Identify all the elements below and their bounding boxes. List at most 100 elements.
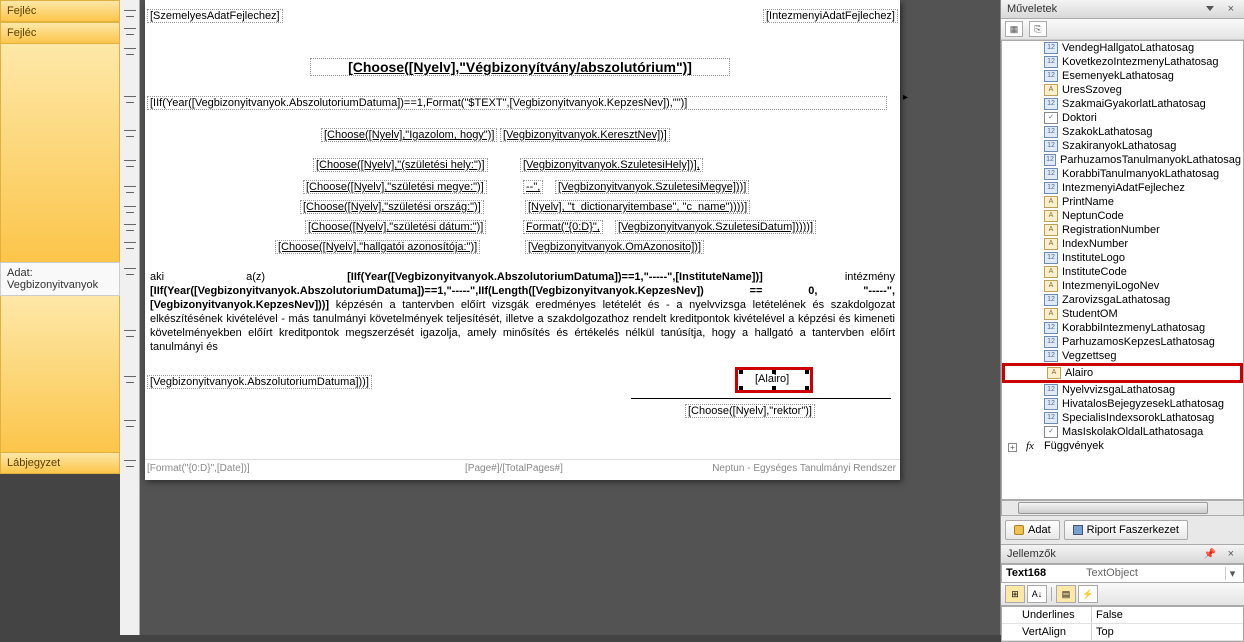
footer-center[interactable]: [Page#]/[TotalPages#] <box>465 463 563 474</box>
tree-item-StudentOM[interactable]: AStudentOM <box>1002 307 1243 321</box>
tree-item-NyelvvizsgaLathatosag[interactable]: 12NyelvvizsgaLathatosag <box>1002 383 1243 397</box>
fld-szo-r[interactable]: [Nyelv], "t_dictionaryitembase", "c_name… <box>525 200 750 214</box>
fld-szd-r[interactable]: [Vegbizonyitvanyok.SzuletesiDatum]))))] <box>615 220 816 234</box>
tree-item-SzakiranyokLathatosag[interactable]: 12SzakiranyokLathatosag <box>1002 139 1243 153</box>
tree-item-ParhuzamosTanulmanyokLathatosag[interactable]: 12ParhuzamosTanulmanyokLathatosag <box>1002 153 1243 167</box>
tool-btn-2[interactable]: ⎘ <box>1029 21 1047 37</box>
fld-szm-l[interactable]: [Choose([Nyelv],"születési megye:")] <box>303 180 487 194</box>
section-header-2[interactable]: Fejléc <box>0 22 120 44</box>
tree-item-functions[interactable]: +fxFüggvények <box>1002 439 1243 453</box>
tab-data[interactable]: Adat <box>1005 520 1060 540</box>
section-header-1[interactable]: Fejléc <box>0 0 120 22</box>
tree-item-VendegHallgatoLathatosag[interactable]: 12VendegHallgatoLathatosag <box>1002 41 1243 55</box>
fld-ig-r[interactable]: [Vegbizonyitvanyok.KeresztNev])] <box>500 128 670 142</box>
fld-line1[interactable]: [IIf(Year([Vegbizonyitvanyok.Abszolutori… <box>147 96 887 110</box>
fld-rektor[interactable]: [Choose([Nyelv],"rektor")] <box>685 404 815 418</box>
tree-item-KorabbiTanulmanyokLathatosag[interactable]: 12KorabbiTanulmanyokLathatosag <box>1002 167 1243 181</box>
para-mid: intézmény <box>763 271 895 283</box>
tree-item-Vegzettseg[interactable]: 12Vegzettseg <box>1002 349 1243 363</box>
prop-key: Underlines <box>1002 607 1092 623</box>
prop-row-VertAlign[interactable]: VertAlignTop <box>1002 624 1243 641</box>
fld-szh-l[interactable]: [Choose([Nyelv],"(születési hely:")] <box>313 158 488 172</box>
fld-szo-l[interactable]: [Choose([Nyelv],"születési ország:")] <box>300 200 484 214</box>
tree-item-IntezmenyiAdatFejlechez[interactable]: 12IntezmenyiAdatFejlechez <box>1002 181 1243 195</box>
tree-item-label: EsemenyekLathatosag <box>1062 70 1174 82</box>
object-name: Text168 <box>1006 567 1086 580</box>
footer-left[interactable]: [Format("{0:D}",[Date])] <box>147 463 250 474</box>
fld-title[interactable]: [Choose([Nyelv],"Végbizonyítvány/abszolu… <box>310 58 730 76</box>
tree-item-KorabbiIntezmenyLathatosag[interactable]: 12KorabbiIntezmenyLathatosag <box>1002 321 1243 335</box>
fld-szm-m[interactable]: --", <box>523 180 543 194</box>
prop-value[interactable]: Top <box>1092 624 1243 640</box>
fld-szm-r[interactable]: [Vegbizonyitvanyok.SzuletesiMegye]))] <box>555 180 749 194</box>
fld-ha-l[interactable]: [Choose([Nyelv],"hallgatói azonosítója:"… <box>275 240 480 254</box>
fld-absz-date[interactable]: [Vegbizonyitvanyok.AbszolutoriumDatuma])… <box>147 375 372 389</box>
section-spacer <box>0 44 120 262</box>
fld-ig-l[interactable]: [Choose([Nyelv],"Igazolom, hogy")] <box>321 128 497 142</box>
prop-events[interactable]: ⚡ <box>1078 585 1098 603</box>
tree-item-ZarovizsgaLathatosag[interactable]: 12ZarovizsgaLathatosag <box>1002 293 1243 307</box>
text-field-icon: A <box>1044 308 1058 320</box>
tree-item-label: IntezmenyiLogoNev <box>1062 280 1159 292</box>
tree-item-IntezmenyiLogoNev[interactable]: A IntezmenyiLogoNev <box>1002 279 1243 293</box>
fld-szd-l[interactable]: [Choose([Nyelv],"születési dátum:")] <box>305 220 486 234</box>
prop-value[interactable]: False <box>1092 607 1243 623</box>
tree-item-PrintName[interactable]: APrintName <box>1002 195 1243 209</box>
expand-icon[interactable]: + <box>1008 443 1017 452</box>
fld-ha-r[interactable]: [Vegbizonyitvanyok.OmAzonosito])] <box>525 240 704 254</box>
tree-item-MasIskolakOldalLathatosaga[interactable]: ✓MasIskolakOldalLathatosaga <box>1002 425 1243 439</box>
fld-alairo[interactable]: [Alairo] <box>741 372 807 388</box>
tree-item-Alairo[interactable]: AAlairo <box>1002 363 1243 383</box>
tool-btn-1[interactable]: ▦ <box>1005 21 1023 37</box>
tree-item-SpecialisIndexsorokLathatosag[interactable]: 12SpecialisIndexsorokLathatosag <box>1002 411 1243 425</box>
property-grid[interactable]: UnderlinesFalseVertAlignTop <box>1001 606 1244 642</box>
tree-scrollbar[interactable] <box>1001 500 1244 516</box>
footer-right[interactable]: Neptun - Egységes Tanulmányi Rendszer <box>712 463 896 474</box>
prop-row-Underlines[interactable]: UnderlinesFalse <box>1002 607 1243 624</box>
data-tree[interactable]: 12VendegHallgatoLathatosag12KovetkezoInt… <box>1001 40 1244 500</box>
alairo-text: [Alairo] <box>755 373 789 385</box>
tree-item-KovetkezoIntezmenyLathatosag[interactable]: 12KovetkezoIntezmenyLathatosag <box>1002 55 1243 69</box>
data-band-label[interactable]: Adat: Vegbizonyitvanyok <box>0 262 120 296</box>
tree-item-EsemenyekLathatosag[interactable]: 12EsemenyekLathatosag <box>1002 69 1243 83</box>
tree-item-UresSzoveg[interactable]: AUresSzoveg <box>1002 83 1243 97</box>
object-dropdown-icon[interactable]: ▾ <box>1225 567 1239 580</box>
text-field-icon: A <box>1044 84 1058 96</box>
scrollbar-thumb[interactable] <box>1018 502 1208 514</box>
tree-item-Doktori[interactable]: ✓Doktori <box>1002 111 1243 125</box>
tree-item-label: IndexNumber <box>1062 238 1128 250</box>
tree-item-label: NyelvvizsgaLathatosag <box>1062 384 1175 396</box>
prop-sort-az[interactable]: A↓ <box>1027 585 1047 603</box>
prop-pages[interactable]: ▤ <box>1056 585 1076 603</box>
properties-header[interactable]: Jellemzők 📌 × <box>1001 544 1244 564</box>
actions-header[interactable]: Műveletek × <box>1001 0 1244 19</box>
fld-szd-m[interactable]: Format("{0:D}", <box>523 220 603 234</box>
tree-item-SzakmaiGyakorlatLathatosag[interactable]: 12SzakmaiGyakorlatLathatosag <box>1002 97 1243 111</box>
tab-tree-label: Riport Faszerkezet <box>1087 524 1179 536</box>
tab-report-tree[interactable]: Riport Faszerkezet <box>1064 520 1188 540</box>
number-field-icon: 12 <box>1044 126 1058 138</box>
close-props-icon[interactable]: × <box>1228 548 1234 560</box>
tree-item-InstituteLogo[interactable]: 12InstituteLogo <box>1002 251 1243 265</box>
object-selector[interactable]: Text168 TextObject ▾ <box>1001 564 1244 583</box>
tree-item-IndexNumber[interactable]: AIndexNumber <box>1002 237 1243 251</box>
tree-item-RegistrationNumber[interactable]: ARegistrationNumber <box>1002 223 1243 237</box>
pin-icon[interactable]: 📌 <box>1204 549 1216 560</box>
fld-inst-hdr[interactable]: [IntezmenyiAdatFejlechez] <box>763 9 898 23</box>
tree-item-label: HivatalosBejegyzesekLathatosag <box>1062 398 1224 410</box>
right-tabs: Adat Riport Faszerkezet <box>1001 516 1244 544</box>
close-icon[interactable]: × <box>1228 3 1234 15</box>
tree-item-InstituteCode[interactable]: AInstituteCode <box>1002 265 1243 279</box>
section-footer[interactable]: Lábjegyzet <box>0 452 120 474</box>
report-page[interactable]: [SzemelyesAdatFejlechez] [IntezmenyiAdat… <box>145 0 900 480</box>
dropdown-icon[interactable] <box>1206 6 1214 11</box>
fld-szh-r[interactable]: [Vegbizonyitvanyok.SzuletesiHely])], <box>520 158 703 172</box>
prop-sort-cat[interactable]: ⊞ <box>1005 585 1025 603</box>
tree-item-HivatalosBejegyzesekLathatosag[interactable]: 12HivatalosBejegyzesekLathatosag <box>1002 397 1243 411</box>
tree-item-SzakokLathatosag[interactable]: 12SzakokLathatosag <box>1002 125 1243 139</box>
fld-personal-hdr[interactable]: [SzemelyesAdatFejlechez] <box>147 9 283 23</box>
tree-item-NeptunCode[interactable]: ANeptunCode <box>1002 209 1243 223</box>
text-field-icon: A <box>1044 280 1058 292</box>
tree-item-ParhuzamosKepzesLathatosag[interactable]: 12ParhuzamosKepzesLathatosag <box>1002 335 1243 349</box>
fld-paragraph[interactable]: aki a(z) [IIf(Year([Vegbizonyitvanyok.Ab… <box>150 270 895 354</box>
